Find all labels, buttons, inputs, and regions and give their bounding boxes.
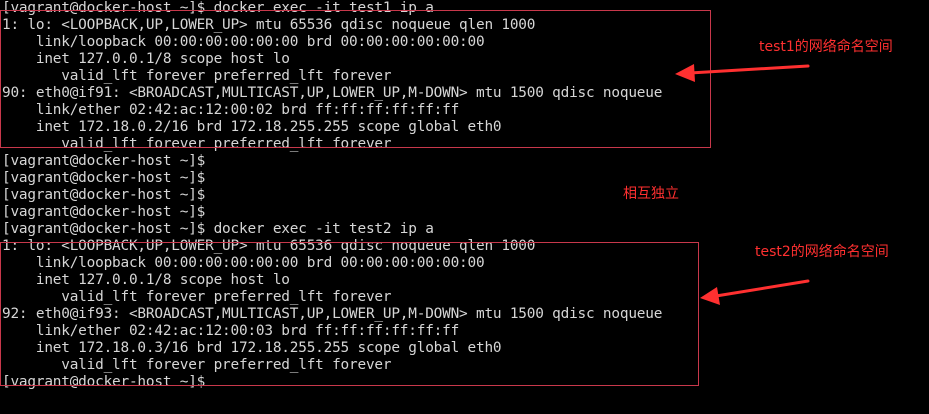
terminal-prompt-line: [vagrant@docker-host ~]$ [2, 153, 206, 169]
terminal-prompt-line: [vagrant@docker-host ~]$ [2, 204, 206, 220]
terminal-prompt-line: [vagrant@docker-host ~]$ [2, 187, 206, 203]
terminal-prompt-line: [vagrant@docker-host ~]$ [2, 170, 206, 186]
test1-highlight-box [0, 10, 711, 148]
independent-label: 相互独立 [623, 186, 679, 202]
test1-namespace-label: test1的网络命名空间 [759, 39, 893, 55]
terminal-line: [vagrant@docker-host ~]$ docker exec -it… [2, 221, 434, 237]
test2-highlight-box [0, 242, 699, 386]
test2-namespace-label: test2的网络命名空间 [755, 244, 889, 260]
